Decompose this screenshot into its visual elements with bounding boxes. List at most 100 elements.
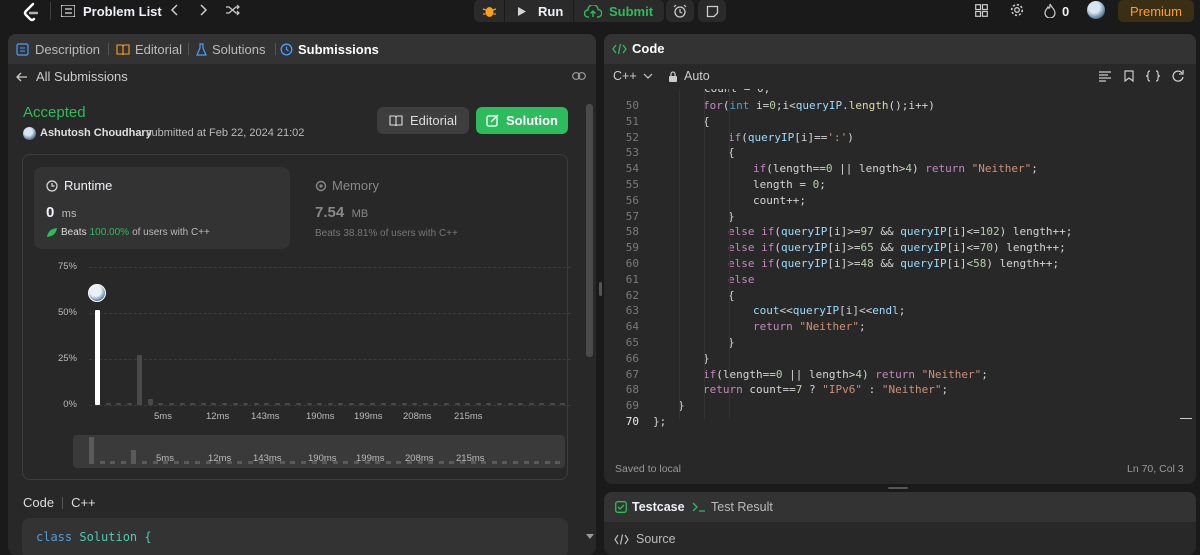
chart-bar[interactable] (359, 403, 365, 405)
chart-bar[interactable] (454, 403, 460, 405)
tab-test-result[interactable]: Test Result (692, 500, 773, 514)
chart-bar[interactable] (295, 403, 301, 405)
grid-layout-icon[interactable] (972, 2, 990, 18)
fire-icon[interactable] (1042, 2, 1058, 18)
shuffle-icon[interactable] (224, 2, 242, 18)
chart-bar[interactable] (95, 310, 100, 405)
chart-bar[interactable] (422, 403, 428, 405)
chart-bar[interactable] (327, 403, 333, 405)
scroll-down-icon[interactable] (585, 531, 595, 541)
grid-line (89, 313, 571, 314)
gear-icon[interactable] (1008, 2, 1026, 18)
chart-range-overview[interactable]: 5ms 12ms 143ms 190ms 199ms 208ms 215ms (73, 435, 565, 468)
chart-bar[interactable] (116, 403, 122, 405)
chart-bar[interactable] (285, 403, 291, 405)
avatar[interactable] (1087, 1, 1105, 19)
chart-bar[interactable] (137, 355, 143, 405)
auto-mode-label: Auto (684, 69, 710, 83)
overview-bar (290, 461, 296, 464)
chart-bar[interactable] (486, 403, 492, 405)
overview-bar (237, 461, 243, 464)
bookmark-icon[interactable] (1122, 69, 1136, 83)
tab-testcase[interactable]: Testcase (615, 500, 685, 514)
grid-line (89, 405, 571, 406)
chart-bar[interactable] (147, 398, 153, 405)
chevron-right-icon[interactable] (196, 2, 212, 18)
tab-description-label: Description (35, 42, 101, 57)
chart-bar[interactable] (211, 403, 217, 405)
chart-bar[interactable] (158, 403, 164, 405)
chart-bar[interactable] (370, 403, 376, 405)
chevron-left-icon[interactable] (166, 2, 182, 18)
tab-submissions[interactable]: Submissions (280, 42, 379, 57)
chart-bar[interactable] (528, 403, 534, 405)
submitter-avatar[interactable] (23, 127, 36, 140)
chart-bar[interactable] (465, 403, 471, 405)
chart-bar[interactable] (190, 403, 196, 405)
problem-list-link[interactable]: Problem List (83, 4, 162, 19)
runtime-beats-prefix: Beats (61, 227, 87, 238)
chart-bar[interactable] (475, 403, 481, 405)
solution-button[interactable]: Solution (476, 107, 568, 134)
chart-bar[interactable] (380, 403, 386, 405)
tab-code[interactable]: Code (612, 41, 665, 56)
chart-bar[interactable] (221, 403, 227, 405)
grid-line (89, 359, 571, 360)
language-select[interactable]: C++ (613, 69, 653, 83)
chart-bar[interactable] (539, 403, 545, 405)
chart-bar[interactable] (412, 403, 418, 405)
memory-card[interactable]: Memory 7.54 MB Beats 38.81% of users wit… (303, 167, 559, 249)
reset-icon[interactable] (1170, 69, 1186, 83)
chart-bar[interactable] (179, 403, 185, 405)
tab-description[interactable]: Description (16, 42, 100, 57)
debug-button[interactable] (474, 0, 504, 22)
tab-editorial[interactable]: Editorial (116, 42, 182, 57)
chart-bar[interactable] (200, 403, 206, 405)
submitted-code-block[interactable]: class Solution { (22, 518, 568, 555)
panel-resize-handle[interactable] (599, 282, 602, 296)
chart-bar[interactable] (391, 403, 397, 405)
submitter-name[interactable]: Ashutosh Choudhary (40, 127, 152, 139)
chart-bar[interactable] (444, 403, 450, 405)
chart-bar[interactable] (348, 403, 354, 405)
chart-bar[interactable] (274, 403, 280, 405)
editorial-button[interactable]: Editorial (377, 107, 469, 134)
chart-bar[interactable] (518, 403, 524, 405)
left-scrollbar[interactable] (586, 104, 593, 357)
user-avatar-marker[interactable] (88, 284, 106, 303)
leetcode-logo-icon[interactable] (20, 1, 42, 23)
testcase-panel: Testcase Test Result Source (604, 492, 1196, 555)
link-icon[interactable] (571, 68, 587, 84)
chart-bar[interactable] (243, 403, 249, 405)
chart-bar[interactable] (232, 403, 238, 405)
overview-tick-label: 208ms (405, 453, 434, 464)
chart-bar[interactable] (496, 403, 502, 405)
chart-bar[interactable] (549, 403, 555, 405)
chart-bar[interactable] (105, 403, 111, 405)
chart-bar[interactable] (560, 403, 566, 405)
chart-bar[interactable] (507, 403, 513, 405)
chart-bar[interactable] (317, 403, 323, 405)
chart-bar[interactable] (338, 403, 344, 405)
horizontal-resize-handle[interactable] (888, 487, 908, 489)
alarm-icon[interactable] (666, 0, 694, 22)
list-icon[interactable] (60, 3, 76, 19)
format-icon[interactable] (1098, 69, 1112, 83)
chart-bar[interactable] (264, 403, 270, 405)
chart-bar[interactable] (401, 403, 407, 405)
source-link[interactable]: Source (614, 532, 676, 546)
chart-bar[interactable] (126, 403, 132, 405)
chart-bar[interactable] (169, 403, 175, 405)
submit-button[interactable]: Submit (574, 0, 664, 22)
chart-bar[interactable] (306, 403, 312, 405)
run-button[interactable]: Run (505, 0, 573, 22)
code-editor[interactable]: count = 0; 50 for(int i=0;i<queryIP.lengt… (604, 89, 1196, 459)
braces-icon[interactable] (1145, 69, 1161, 83)
runtime-card[interactable]: Runtime 0 ms Beats 100.00% of users with… (34, 167, 290, 249)
premium-button[interactable]: Premium (1118, 0, 1194, 22)
auto-mode[interactable]: Auto (668, 69, 710, 83)
back-link[interactable]: All Submissions (16, 69, 128, 84)
tab-solutions[interactable]: Solutions (196, 42, 265, 57)
note-icon[interactable] (698, 0, 726, 22)
chart-bar[interactable] (253, 403, 259, 405)
